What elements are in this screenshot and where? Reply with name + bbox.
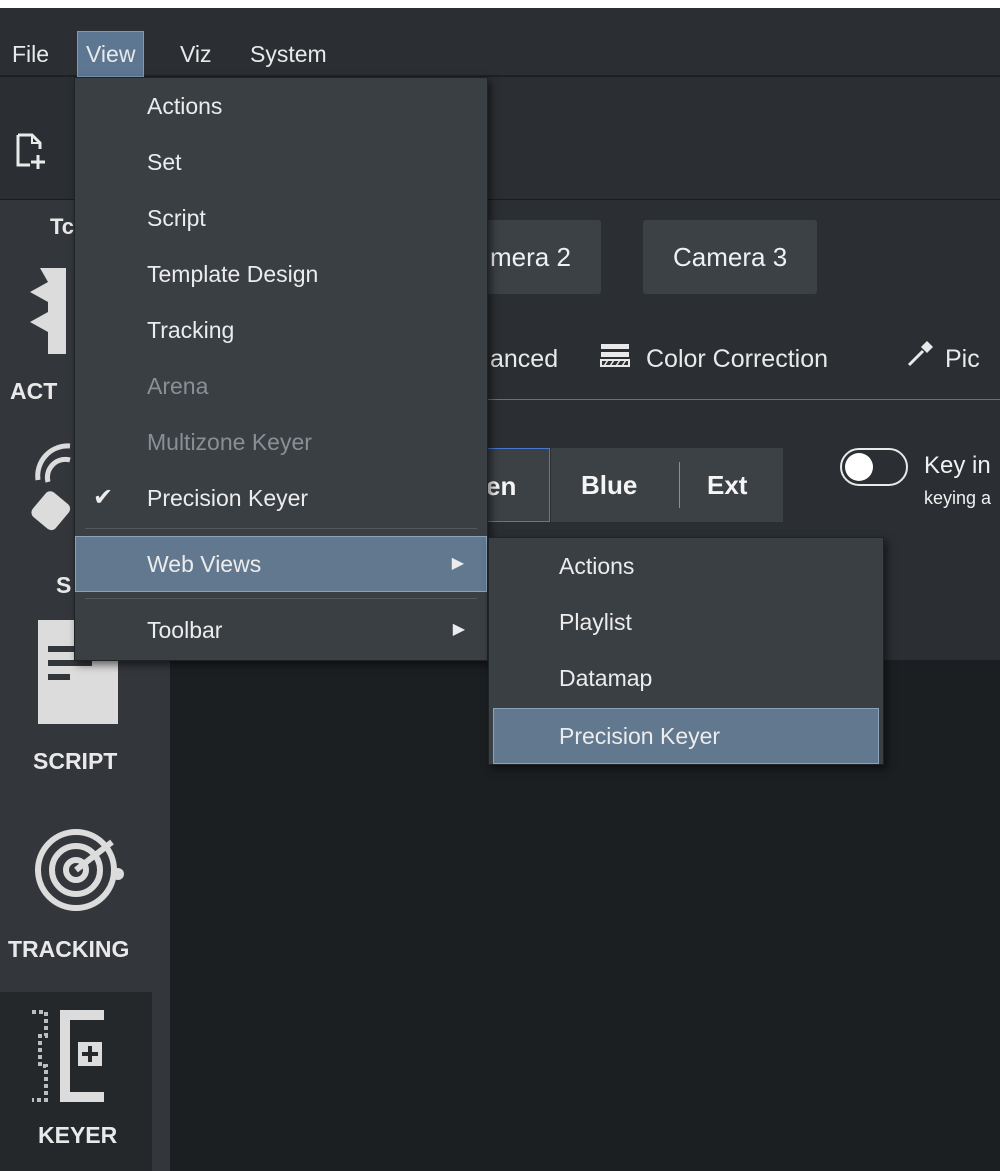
key-toggle-label: Key in <box>924 452 991 479</box>
sidebar-header: Tc <box>50 214 75 239</box>
sidebar-item-label: SCRIPT <box>33 748 118 774</box>
menu-item-template-design[interactable]: Template Design <box>75 246 487 302</box>
sidebar-item-label: ACT <box>10 378 58 404</box>
set-icon <box>30 430 80 540</box>
menu-item-label: Web Views <box>147 551 262 577</box>
menu-item-multizone-keyer: Multizone Keyer <box>147 429 312 455</box>
menu-system[interactable]: System <box>242 31 335 77</box>
color-correction-label: Color Correction <box>646 345 829 373</box>
key-toggle[interactable] <box>840 448 908 486</box>
submenu-item-precision-keyer[interactable]: Precision Keyer <box>493 708 879 764</box>
subnav-advanced[interactable]: anced <box>490 336 558 382</box>
sidebar-item-label: TRACKING <box>8 936 130 962</box>
sidebar-item-label: S <box>56 572 72 598</box>
view-menu-dropdown: Actions Set Script Template Design Track… <box>74 77 488 661</box>
menu-item-tracking[interactable]: Tracking <box>75 302 487 358</box>
menu-item-script[interactable]: Script <box>75 190 487 246</box>
segment-control: Blue Ext <box>551 448 783 522</box>
segment-blue[interactable]: Blue <box>581 448 637 522</box>
menubar: File View Viz System <box>0 8 1000 77</box>
tab-camera-3[interactable]: Camera 3 <box>643 220 818 294</box>
tracking-icon <box>30 822 126 918</box>
menu-item-precision-keyer[interactable]: ✔ Precision Keyer <box>75 470 487 526</box>
eyedropper-icon <box>905 337 937 384</box>
menu-item-set[interactable]: Set <box>75 134 487 190</box>
menu-item-toolbar[interactable]: Toolbar ▶ <box>75 602 487 658</box>
subnav-color-correction[interactable]: Color Correction <box>600 336 828 382</box>
new-file-icon[interactable] <box>12 131 48 171</box>
subnav-pick[interactable]: Pic <box>905 336 980 382</box>
submenu-item-datamap[interactable]: Datamap <box>489 650 883 706</box>
menu-separator <box>85 528 477 529</box>
menu-viz[interactable]: Viz <box>172 31 220 77</box>
segment-separator <box>679 462 680 508</box>
menu-file[interactable]: File <box>4 31 57 77</box>
keying-label: keying a <box>924 488 992 508</box>
submenu-arrow-icon: ▶ <box>451 555 464 572</box>
submenu-item-playlist[interactable]: Playlist <box>489 594 883 650</box>
submenu-arrow-icon: ▶ <box>452 621 465 638</box>
menu-item-arena: Arena <box>147 373 209 399</box>
submenu-item-actions[interactable]: Actions <box>489 538 883 594</box>
color-correction-icon <box>600 337 630 383</box>
keyer-icon <box>30 1006 110 1106</box>
menu-item-label: Precision Keyer <box>147 485 309 511</box>
toggle-knob <box>845 453 873 481</box>
sidebar-item-label: KEYER <box>38 1122 118 1148</box>
window-top-strip <box>0 0 1000 8</box>
menu-view[interactable]: View <box>77 31 145 77</box>
check-icon: ✔ <box>93 484 114 511</box>
menu-item-web-views[interactable]: Web Views ▶ <box>75 536 487 592</box>
menu-separator <box>85 598 477 599</box>
segment-ext[interactable]: Ext <box>707 448 747 522</box>
web-views-submenu: Actions Playlist Datamap Precision Keyer <box>488 537 884 765</box>
pick-label: Pic <box>945 345 980 373</box>
menu-item-actions[interactable]: Actions <box>75 78 487 134</box>
sidebar-item-keyer[interactable]: KEYER <box>0 992 152 1171</box>
menu-item-label: Toolbar <box>147 617 223 643</box>
